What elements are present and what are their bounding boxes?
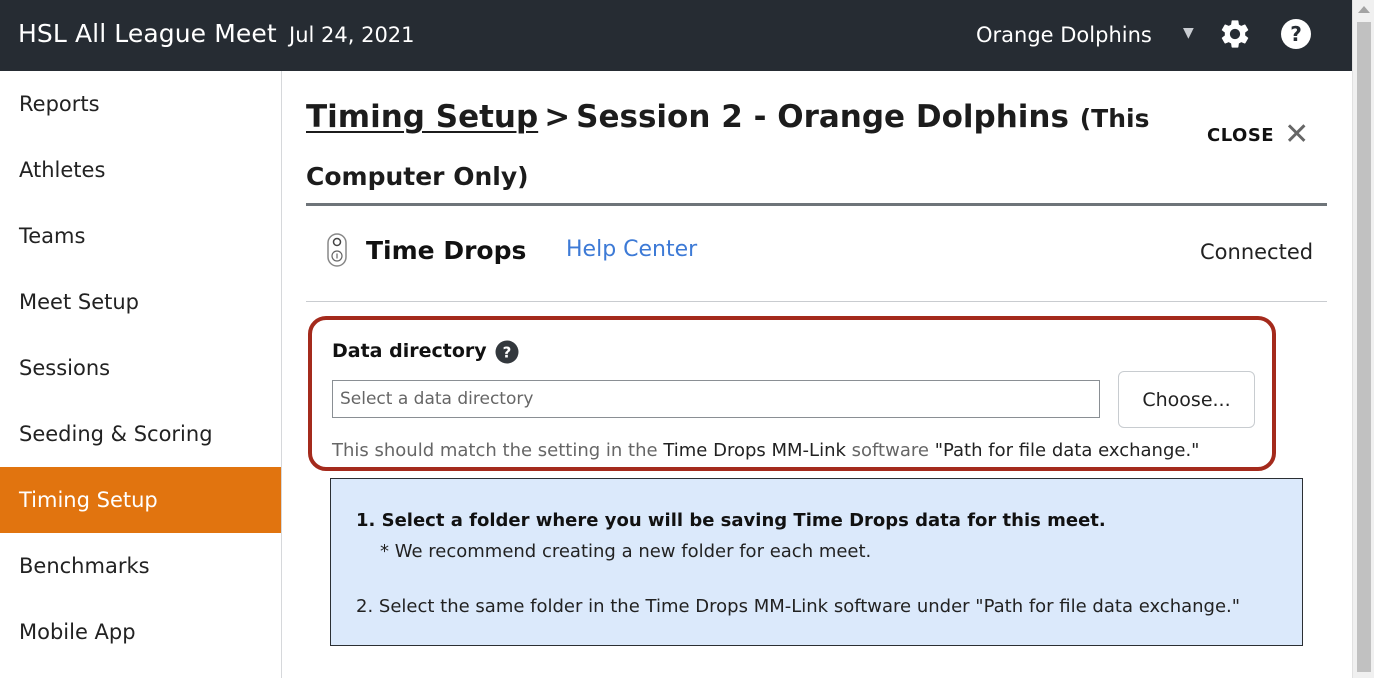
connection-status: Connected: [1200, 240, 1314, 264]
data-directory-hint: This should match the setting in the Tim…: [332, 440, 1199, 461]
breadcrumb-separator: >: [544, 99, 571, 135]
device-name: Time Drops: [366, 236, 527, 265]
instructions-box: 1. Select a folder where you will be sav…: [330, 478, 1303, 646]
sidebar-item-label: Mobile App: [19, 620, 136, 644]
hint-middle: software: [851, 440, 929, 461]
help-center-link[interactable]: Help Center: [566, 237, 697, 262]
sidebar-item-label: Seeding & Scoring: [19, 422, 213, 446]
scrollbar-thumb[interactable]: [1357, 22, 1371, 672]
svg-text:?: ?: [1290, 22, 1302, 46]
data-directory-input[interactable]: [332, 380, 1100, 418]
svg-text:?: ?: [503, 344, 512, 362]
sidebar-item-seeding-scoring[interactable]: Seeding & Scoring: [0, 401, 281, 467]
hint-prefix: This should match the setting in the: [332, 440, 658, 461]
breadcrumb-timing-setup-link[interactable]: Timing Setup: [306, 99, 538, 135]
meet-date: Jul 24, 2021: [289, 23, 415, 47]
sidebar: Reports Athletes Teams Meet Setup Sessio…: [0, 71, 282, 678]
sidebar-item-timing-setup[interactable]: Timing Setup: [0, 467, 281, 533]
sidebar-item-mobile-app[interactable]: Mobile App: [0, 599, 281, 665]
question-circle-icon[interactable]: ?: [1280, 18, 1312, 50]
app-title: HSL All League Meet: [18, 19, 277, 48]
sidebar-item-label: Athletes: [19, 158, 106, 182]
caret-down-icon[interactable]: ▼: [1183, 25, 1194, 41]
data-directory-panel: Data directory ? Choose... This should m…: [308, 316, 1276, 471]
close-icon: ✕: [1284, 117, 1310, 152]
hint-setting: "Path for file data exchange.": [934, 440, 1200, 461]
sidebar-item-teams[interactable]: Teams: [0, 203, 281, 269]
sidebar-item-label: Sessions: [19, 356, 111, 380]
gear-icon[interactable]: [1218, 17, 1252, 51]
sidebar-item-meet-setup[interactable]: Meet Setup: [0, 269, 281, 335]
sidebar-item-label: Teams: [19, 224, 86, 248]
session-title: Session 2 - Orange Dolphins: [576, 99, 1069, 135]
sidebar-item-label: Reports: [19, 92, 100, 116]
instruction-step-2: 2. Select the same folder in the Time Dr…: [356, 596, 1241, 617]
device-row: Time Drops Help Center Connected: [306, 206, 1327, 302]
question-circle-icon[interactable]: ?: [495, 340, 519, 364]
sidebar-item-label: Meet Setup: [19, 290, 139, 314]
sidebar-item-benchmarks[interactable]: Benchmarks: [0, 533, 281, 599]
vertical-scrollbar[interactable]: [1352, 0, 1374, 678]
choose-directory-button[interactable]: Choose...: [1118, 371, 1255, 428]
sidebar-item-label: Timing Setup: [19, 488, 158, 512]
top-bar: HSL All League Meet Jul 24, 2021 Orange …: [0, 0, 1352, 71]
sidebar-item-reports[interactable]: Reports: [0, 71, 281, 137]
data-directory-label: Data directory: [332, 340, 487, 362]
sidebar-item-sessions[interactable]: Sessions: [0, 335, 281, 401]
sidebar-item-label: Benchmarks: [19, 554, 150, 578]
sidebar-item-athletes[interactable]: Athletes: [0, 137, 281, 203]
close-button[interactable]: CLOSE ✕: [1207, 117, 1310, 152]
hint-software: Time Drops MM-Link: [663, 440, 846, 461]
scroll-up-arrow-icon[interactable]: [1358, 6, 1370, 13]
time-drops-device-icon: [327, 233, 347, 267]
team-selector[interactable]: Orange Dolphins: [976, 23, 1152, 47]
instruction-step-1: 1. Select a folder where you will be sav…: [356, 510, 1106, 531]
close-label: CLOSE: [1207, 124, 1275, 146]
page-title: Timing Setup > Session 2 - Orange Dolphins…: [306, 89, 1166, 205]
instruction-step-1-note: * We recommend creating a new folder for…: [380, 541, 872, 562]
